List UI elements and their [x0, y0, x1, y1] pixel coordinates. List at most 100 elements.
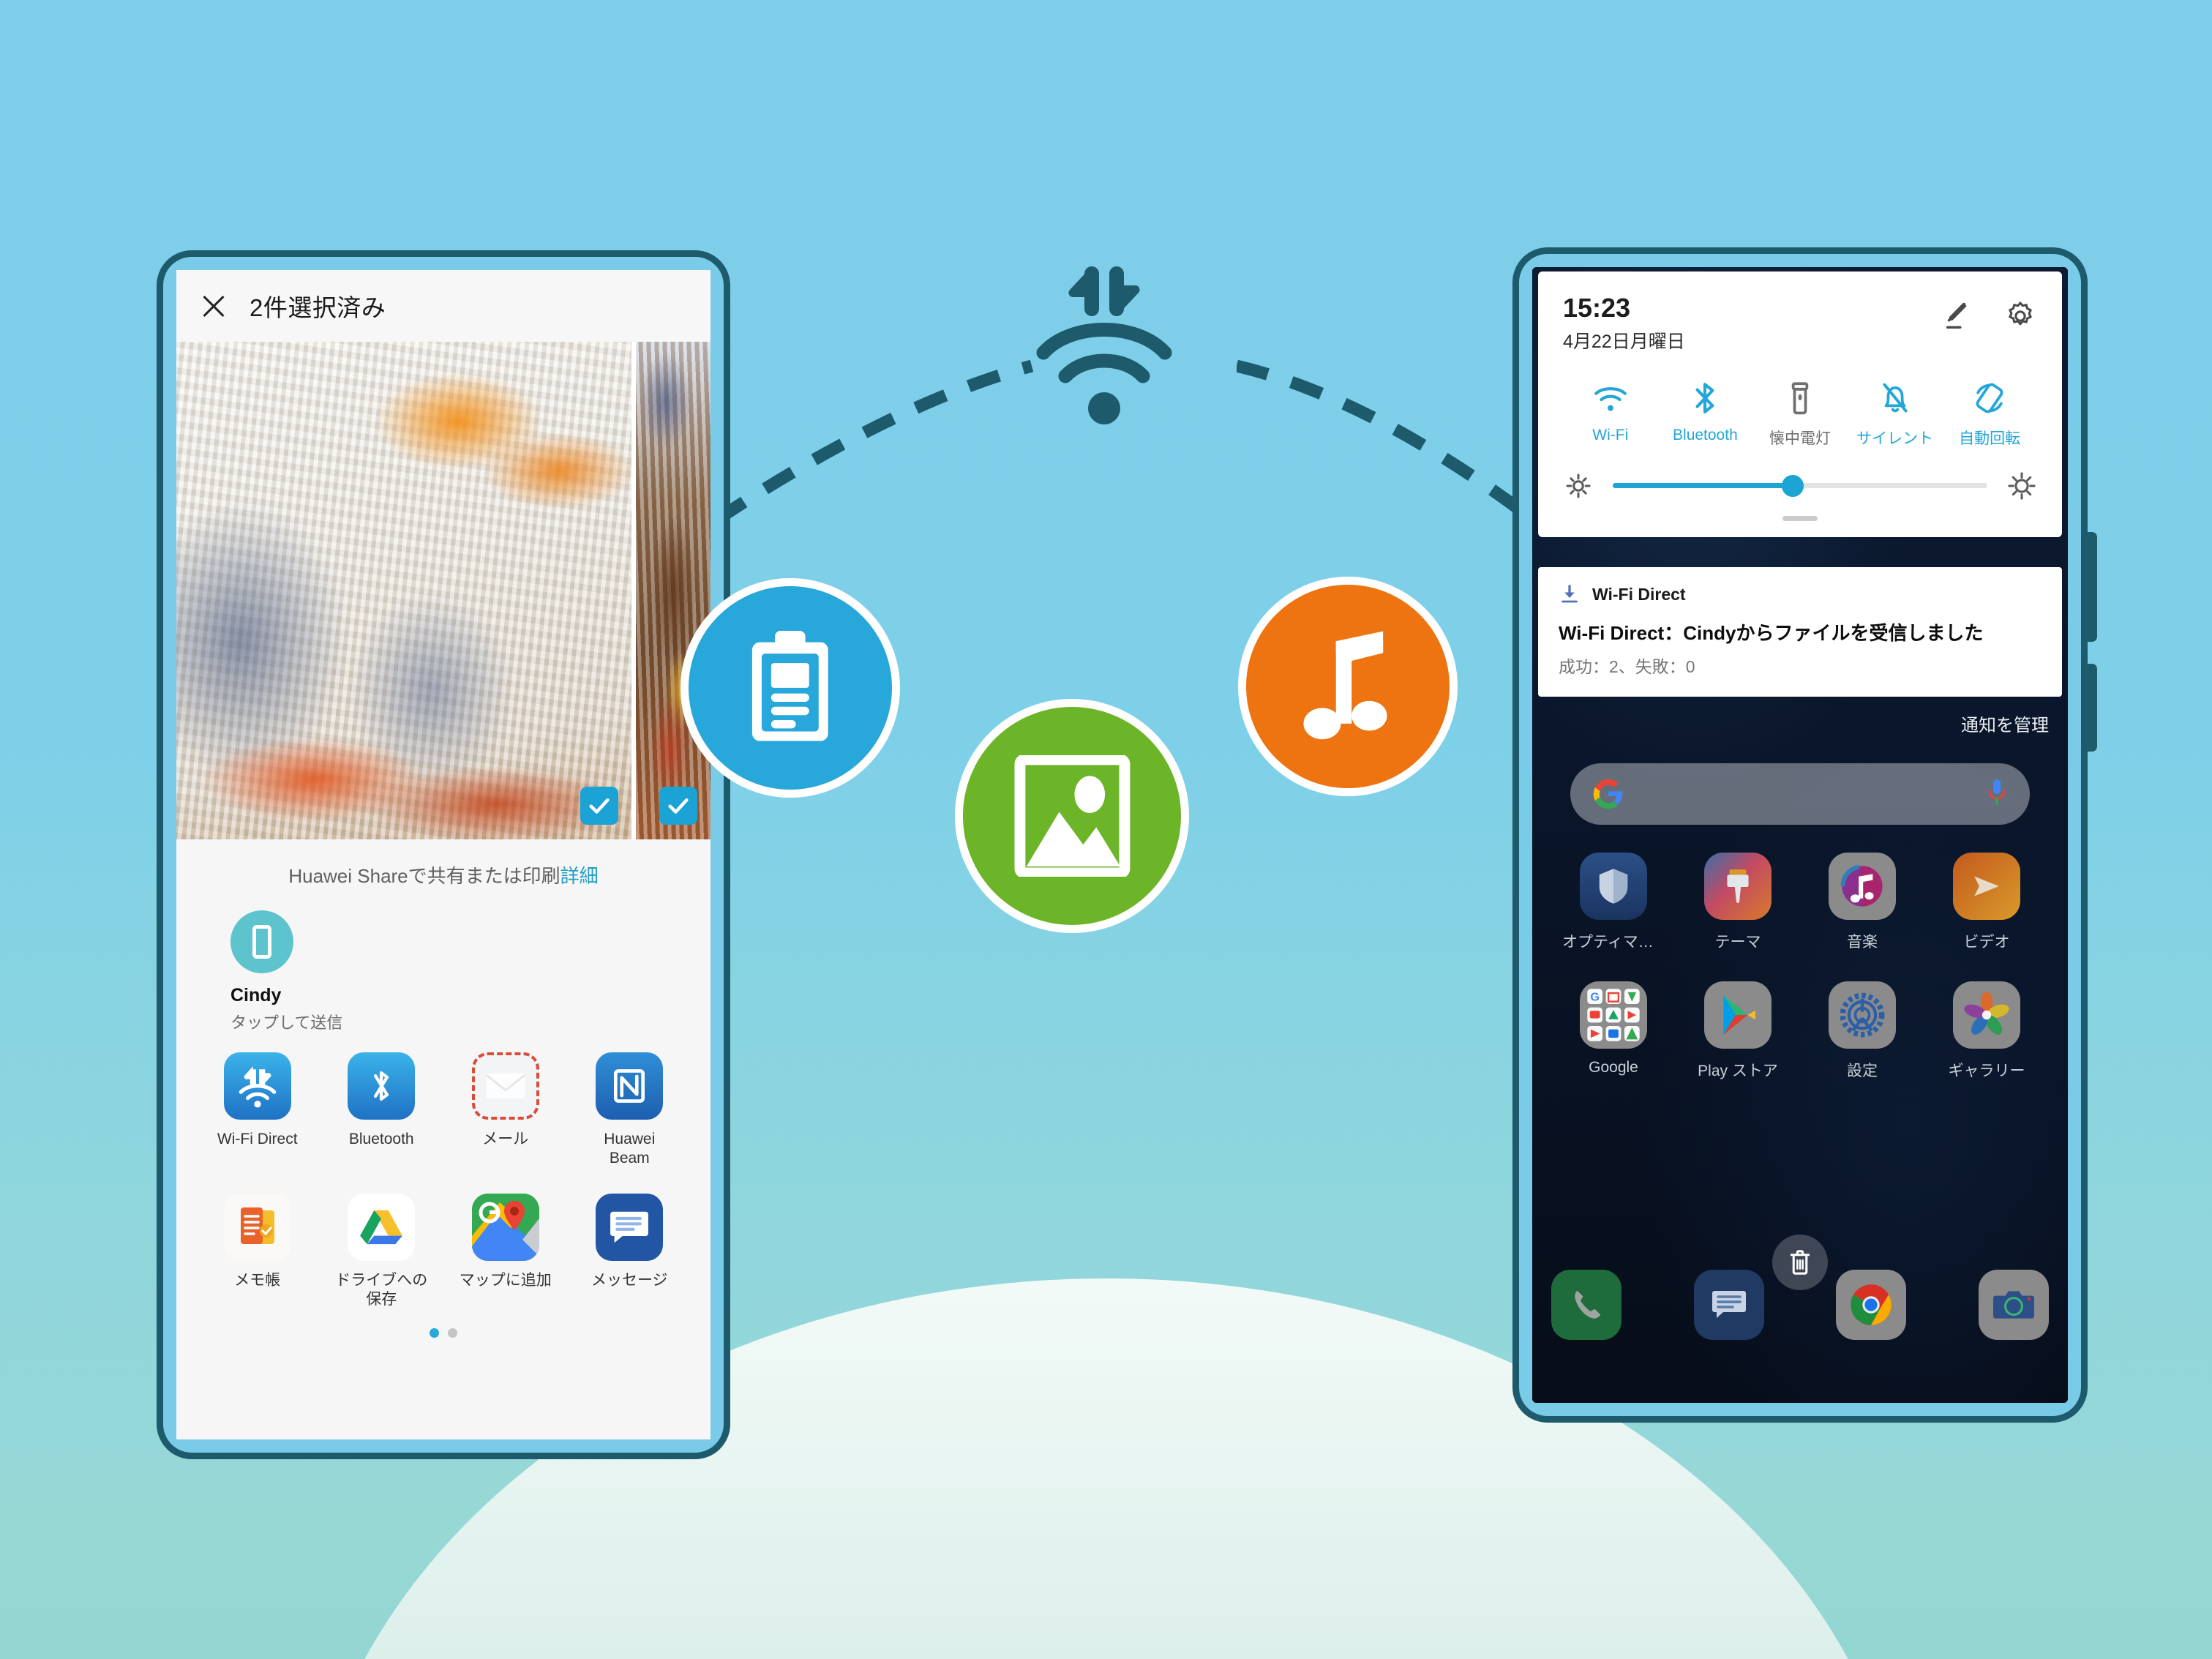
quick-settings-tiles: Wi-Fi Bluetooth 懐中電灯 サイレント 自動回転	[1563, 380, 2037, 449]
music-note-icon	[1303, 631, 1387, 740]
brightness-slider[interactable]	[1563, 471, 2037, 501]
qs-tile-bluetooth[interactable]: Bluetooth	[1658, 380, 1753, 449]
qs-tile-silent[interactable]: サイレント	[1848, 380, 1943, 449]
home-app-label: Google	[1589, 1059, 1638, 1076]
brightness-thumb	[1781, 474, 1804, 497]
power-button[interactable]	[2085, 664, 2097, 752]
manage-notifications-link[interactable]: 通知を管理	[1961, 711, 2049, 736]
optimizer-shield-icon	[1580, 853, 1647, 920]
share-target-label: Wi-Fi Direct	[217, 1131, 298, 1147]
share-target-mail[interactable]: メール	[443, 1052, 568, 1169]
share-target-wifi-direct[interactable]: Wi-Fi Direct	[195, 1052, 320, 1169]
qs-tile-label: Bluetooth	[1673, 426, 1738, 443]
home-app-label: ギャラリー	[1948, 1063, 2025, 1079]
gear-icon[interactable]	[2003, 299, 2037, 333]
clock-date: 4月22日月曜日	[1563, 331, 1685, 352]
home-app-label: テーマ	[1714, 934, 1761, 951]
share-target-huawei-beam[interactable]: Huawei Beam	[568, 1052, 692, 1169]
page-dot-2[interactable]	[448, 1328, 457, 1338]
home-screen-apps: オプティマイ... テーマ 音楽 ビデオ G Google Play ストア 設…	[1551, 853, 2049, 1081]
sms-messages-icon[interactable]	[1693, 1270, 1764, 1340]
home-app-optimizer[interactable]: オプティマイ...	[1551, 853, 1676, 952]
home-app-video[interactable]: ビデオ	[1924, 853, 2049, 952]
brightness-low-icon	[1566, 473, 1591, 498]
photo-thumbnail-1[interactable]	[176, 342, 631, 839]
home-app-settings[interactable]: 設定	[1800, 981, 1924, 1081]
peer-subtitle: タップして送信	[230, 1014, 343, 1032]
picture-icon	[1014, 754, 1130, 877]
gallery-header: 2件選択済み	[176, 270, 711, 342]
share-target-maps[interactable]: マップに追加	[443, 1193, 568, 1310]
photo-checkbox-2[interactable]	[659, 787, 697, 825]
bluetooth-icon	[1695, 382, 1714, 413]
share-hint-link[interactable]: 詳細	[561, 865, 599, 887]
music-app-icon	[1829, 853, 1896, 920]
themes-brush-icon	[1704, 853, 1772, 920]
bell-off-icon	[1883, 383, 1908, 413]
bluetooth-icon	[348, 1052, 416, 1120]
phone-dialer-icon[interactable]	[1551, 1270, 1621, 1340]
notification-card[interactable]: Wi-Fi Direct Wi-Fi Direct：Cindyからファイルを受信…	[1538, 567, 2062, 697]
home-app-gallery[interactable]: ギャラリー	[1924, 981, 2049, 1081]
document-badge	[681, 578, 900, 798]
pencil-icon[interactable]	[1941, 299, 1974, 333]
wifi-direct-transfer-icon	[1036, 266, 1172, 424]
transfer-arc-right	[1237, 359, 1537, 525]
trash-icon[interactable]	[1772, 1235, 1828, 1290]
home-app-label: オプティマイ...	[1562, 934, 1665, 951]
download-icon	[1561, 585, 1578, 603]
qs-tile-wifi[interactable]: Wi-Fi	[1563, 380, 1658, 449]
home-app-play-store[interactable]: Play ストア	[1676, 981, 1800, 1081]
qs-tile-auto-rotate[interactable]: 自動回転	[1942, 380, 2037, 449]
google-g-icon	[1593, 779, 1623, 809]
camera-icon[interactable]	[1978, 1270, 2049, 1340]
settings-gear-icon	[1829, 981, 1896, 1049]
volume-button[interactable]	[2085, 532, 2097, 642]
brightness-fill	[1613, 483, 1793, 489]
auto-rotate-icon	[1976, 383, 2003, 413]
share-target-drive[interactable]: ドライブへの保存	[320, 1193, 444, 1310]
google-drive-icon	[348, 1193, 416, 1261]
brightness-high-icon	[2008, 471, 2036, 500]
right-phone-screen: 15:23 4月22日月曜日 Wi-Fi Bluetooth 懐中電灯 サイレン…	[1532, 267, 2068, 1403]
share-target-messages[interactable]: メッセージ	[568, 1193, 692, 1310]
home-dock	[1551, 1235, 2049, 1340]
share-targets-row-1: Wi-Fi Direct Bluetooth メール Huawei Beam	[176, 1052, 711, 1169]
quick-settings-panel: 15:23 4月22日月曜日 Wi-Fi Bluetooth 懐中電灯 サイレン…	[1538, 271, 2062, 537]
video-play-icon	[1953, 853, 2020, 920]
home-app-label: 音楽	[1847, 934, 1878, 951]
home-app-music[interactable]: 音楽	[1800, 853, 1924, 952]
painting-image-1	[176, 342, 631, 839]
share-target-notepad[interactable]: メモ帳	[195, 1193, 320, 1310]
qs-tile-label: サイレント	[1856, 430, 1934, 447]
share-target-label: Bluetooth	[348, 1131, 414, 1147]
close-icon[interactable]	[200, 292, 228, 320]
notification-app-name: Wi-Fi Direct	[1592, 584, 1686, 604]
selected-photos	[176, 342, 711, 839]
photo-thumbnail-2[interactable]	[636, 342, 711, 839]
phone-device-icon	[230, 910, 293, 973]
share-target-label: ドライブへの保存	[335, 1271, 428, 1308]
photo-checkbox-1[interactable]	[580, 787, 618, 825]
microphone-icon[interactable]	[1986, 778, 2008, 810]
messages-icon	[596, 1193, 664, 1261]
qs-tile-label: 自動回転	[1959, 430, 2021, 447]
share-target-bluetooth[interactable]: Bluetooth	[320, 1052, 444, 1169]
qs-tile-flashlight[interactable]: 懐中電灯	[1752, 380, 1848, 449]
search-input[interactable]	[1570, 763, 2030, 825]
google-folder-icon: G	[1580, 981, 1647, 1049]
flashlight-icon	[1791, 381, 1809, 414]
google-maps-icon	[471, 1193, 539, 1261]
gallery-flower-icon	[1953, 981, 2020, 1049]
chrome-icon[interactable]	[1836, 1270, 1907, 1340]
background-band	[0, 1447, 2212, 1659]
peer-name: Cindy	[230, 985, 282, 1005]
panel-drag-handle[interactable]	[1782, 515, 1818, 521]
home-app-themes[interactable]: テーマ	[1676, 853, 1800, 952]
home-app-google-folder[interactable]: G Google	[1551, 981, 1676, 1081]
transfer-arc-left	[713, 359, 1034, 525]
wifi-icon	[1594, 386, 1627, 411]
page-dot-1[interactable]	[430, 1328, 439, 1338]
brightness-track[interactable]	[1613, 474, 1987, 497]
share-peer-cindy[interactable]: Cindy タップして送信	[176, 899, 711, 1033]
